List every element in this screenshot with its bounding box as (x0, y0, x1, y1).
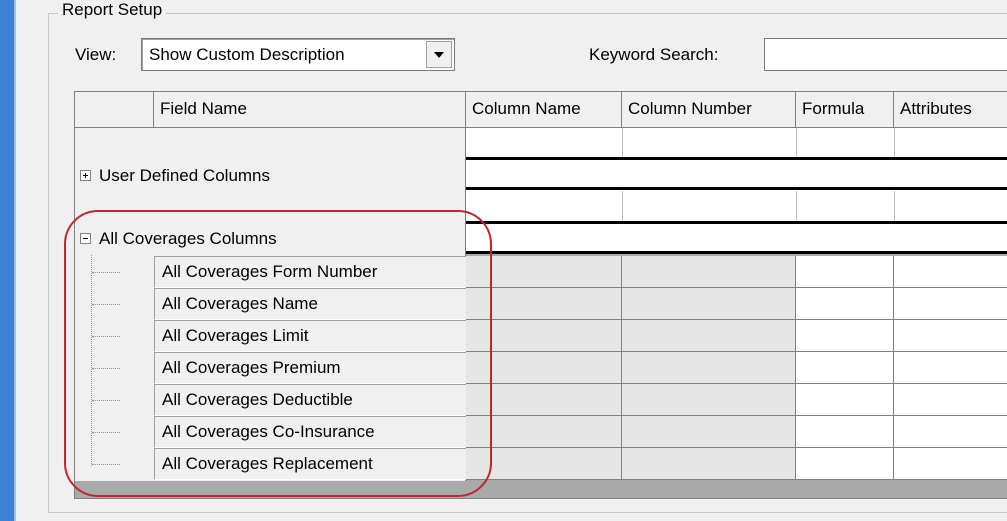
annotation-highlight (64, 210, 492, 497)
view-dropdown[interactable]: Show Custom Description (141, 38, 455, 71)
group-user-defined-columns[interactable]: User Defined Columns (80, 165, 270, 187)
attributes-cell[interactable] (894, 256, 1007, 288)
column-separator (894, 191, 895, 221)
column-number-cell[interactable] (622, 384, 796, 416)
keyword-search-label: Keyword Search: (589, 45, 719, 64)
column-separator (796, 191, 797, 221)
header-field-name[interactable]: Field Name (154, 92, 466, 128)
column-number-cell[interactable] (622, 256, 796, 288)
group-separator-line (466, 221, 1007, 224)
column-separator (796, 128, 797, 158)
view-label: View: (75, 45, 117, 64)
column-separator (894, 128, 895, 158)
formula-cell[interactable] (796, 256, 894, 288)
formula-cell[interactable] (796, 352, 894, 384)
group-cells-area (466, 128, 1007, 253)
formula-cell[interactable] (796, 320, 894, 352)
keyword-search-input[interactable] (764, 38, 1007, 71)
column-number-cell[interactable] (622, 352, 796, 384)
formula-cell[interactable] (796, 384, 894, 416)
attributes-cell[interactable] (894, 320, 1007, 352)
column-number-cell[interactable] (622, 448, 796, 480)
formula-cell[interactable] (796, 288, 894, 320)
header-blank-cell (75, 92, 154, 128)
attributes-cell[interactable] (894, 416, 1007, 448)
group-separator-line (466, 251, 1007, 254)
header-formula[interactable]: Formula (796, 92, 894, 128)
header-attributes[interactable]: Attributes (894, 92, 1007, 128)
column-number-cell[interactable] (622, 416, 796, 448)
group-separator-line (466, 157, 1007, 160)
expand-plus-icon[interactable] (80, 170, 91, 182)
chevron-down-icon[interactable] (426, 41, 452, 68)
header-column-name[interactable]: Column Name (466, 92, 622, 128)
group-separator-line (466, 187, 1007, 190)
header-column-number[interactable]: Column Number (622, 92, 796, 128)
group-label: User Defined Columns (99, 166, 271, 185)
attributes-cell[interactable] (894, 288, 1007, 320)
attributes-cell[interactable] (894, 384, 1007, 416)
column-separator (622, 128, 623, 158)
formula-cell[interactable] (796, 448, 894, 480)
formula-cell[interactable] (796, 416, 894, 448)
column-number-cell[interactable] (622, 288, 796, 320)
window-edge-bar (0, 0, 14, 521)
attributes-cell[interactable] (894, 352, 1007, 384)
report-setup-title: Report Setup (58, 0, 167, 22)
column-number-cell[interactable] (622, 320, 796, 352)
view-dropdown-value: Show Custom Description (149, 45, 345, 64)
column-separator (622, 191, 623, 221)
attributes-cell[interactable] (894, 448, 1007, 480)
